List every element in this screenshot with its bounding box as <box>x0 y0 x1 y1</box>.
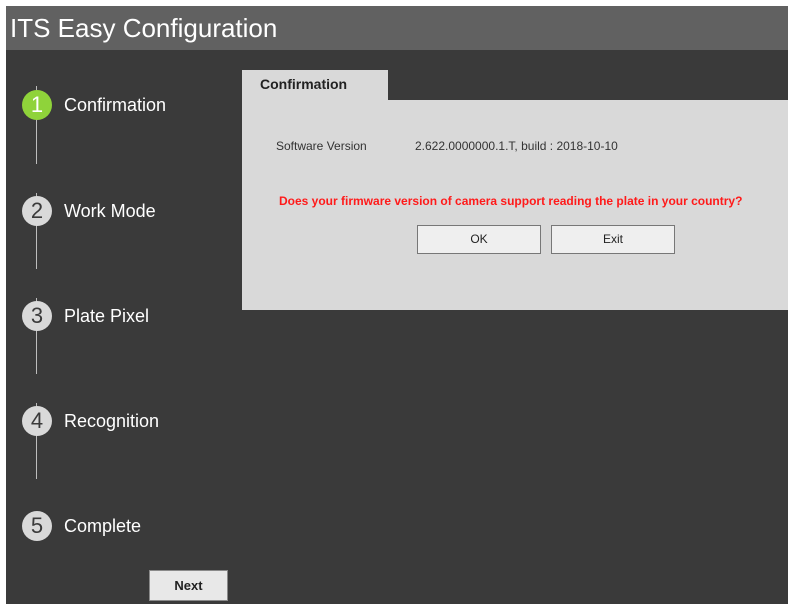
window-title: ITS Easy Configuration <box>6 6 788 50</box>
step-label: Recognition <box>64 411 160 431</box>
step-number-badge: 2 <box>22 196 52 226</box>
step-number-badge: 5 <box>22 511 52 541</box>
step-plate-pixel: 3 Plate Pixel <box>6 301 236 341</box>
next-button[interactable]: Next <box>149 570 228 601</box>
step-recognition: 4 Recognition <box>6 406 236 446</box>
step-number-badge: 1 <box>22 90 52 120</box>
step-number-badge: 4 <box>22 406 52 436</box>
tab-confirmation[interactable]: Confirmation <box>242 70 388 100</box>
software-version-value: 2.622.0000000.1.T, build : 2018-10-10 <box>415 139 618 153</box>
firmware-support-question: Does your firmware version of camera sup… <box>279 194 743 208</box>
step-label: Work Mode <box>64 201 156 221</box>
step-confirmation: 1 Confirmation <box>6 90 236 130</box>
software-version-label: Software Version <box>276 139 367 153</box>
exit-button[interactable]: Exit <box>551 225 675 254</box>
confirmation-panel: Software Version 2.622.0000000.1.T, buil… <box>242 100 788 310</box>
step-label: Plate Pixel <box>64 306 150 326</box>
step-list: 1 Confirmation 2 Work Mode 3 Plate Pixel… <box>6 56 236 604</box>
ok-button[interactable]: OK <box>417 225 541 254</box>
config-window: ITS Easy Configuration 1 Confirmation 2 … <box>6 6 788 604</box>
step-work-mode: 2 Work Mode <box>6 196 236 236</box>
step-label: Confirmation <box>64 95 167 115</box>
step-complete: 5 Complete <box>6 511 236 551</box>
step-number-badge: 3 <box>22 301 52 331</box>
step-label: Complete <box>64 516 142 536</box>
